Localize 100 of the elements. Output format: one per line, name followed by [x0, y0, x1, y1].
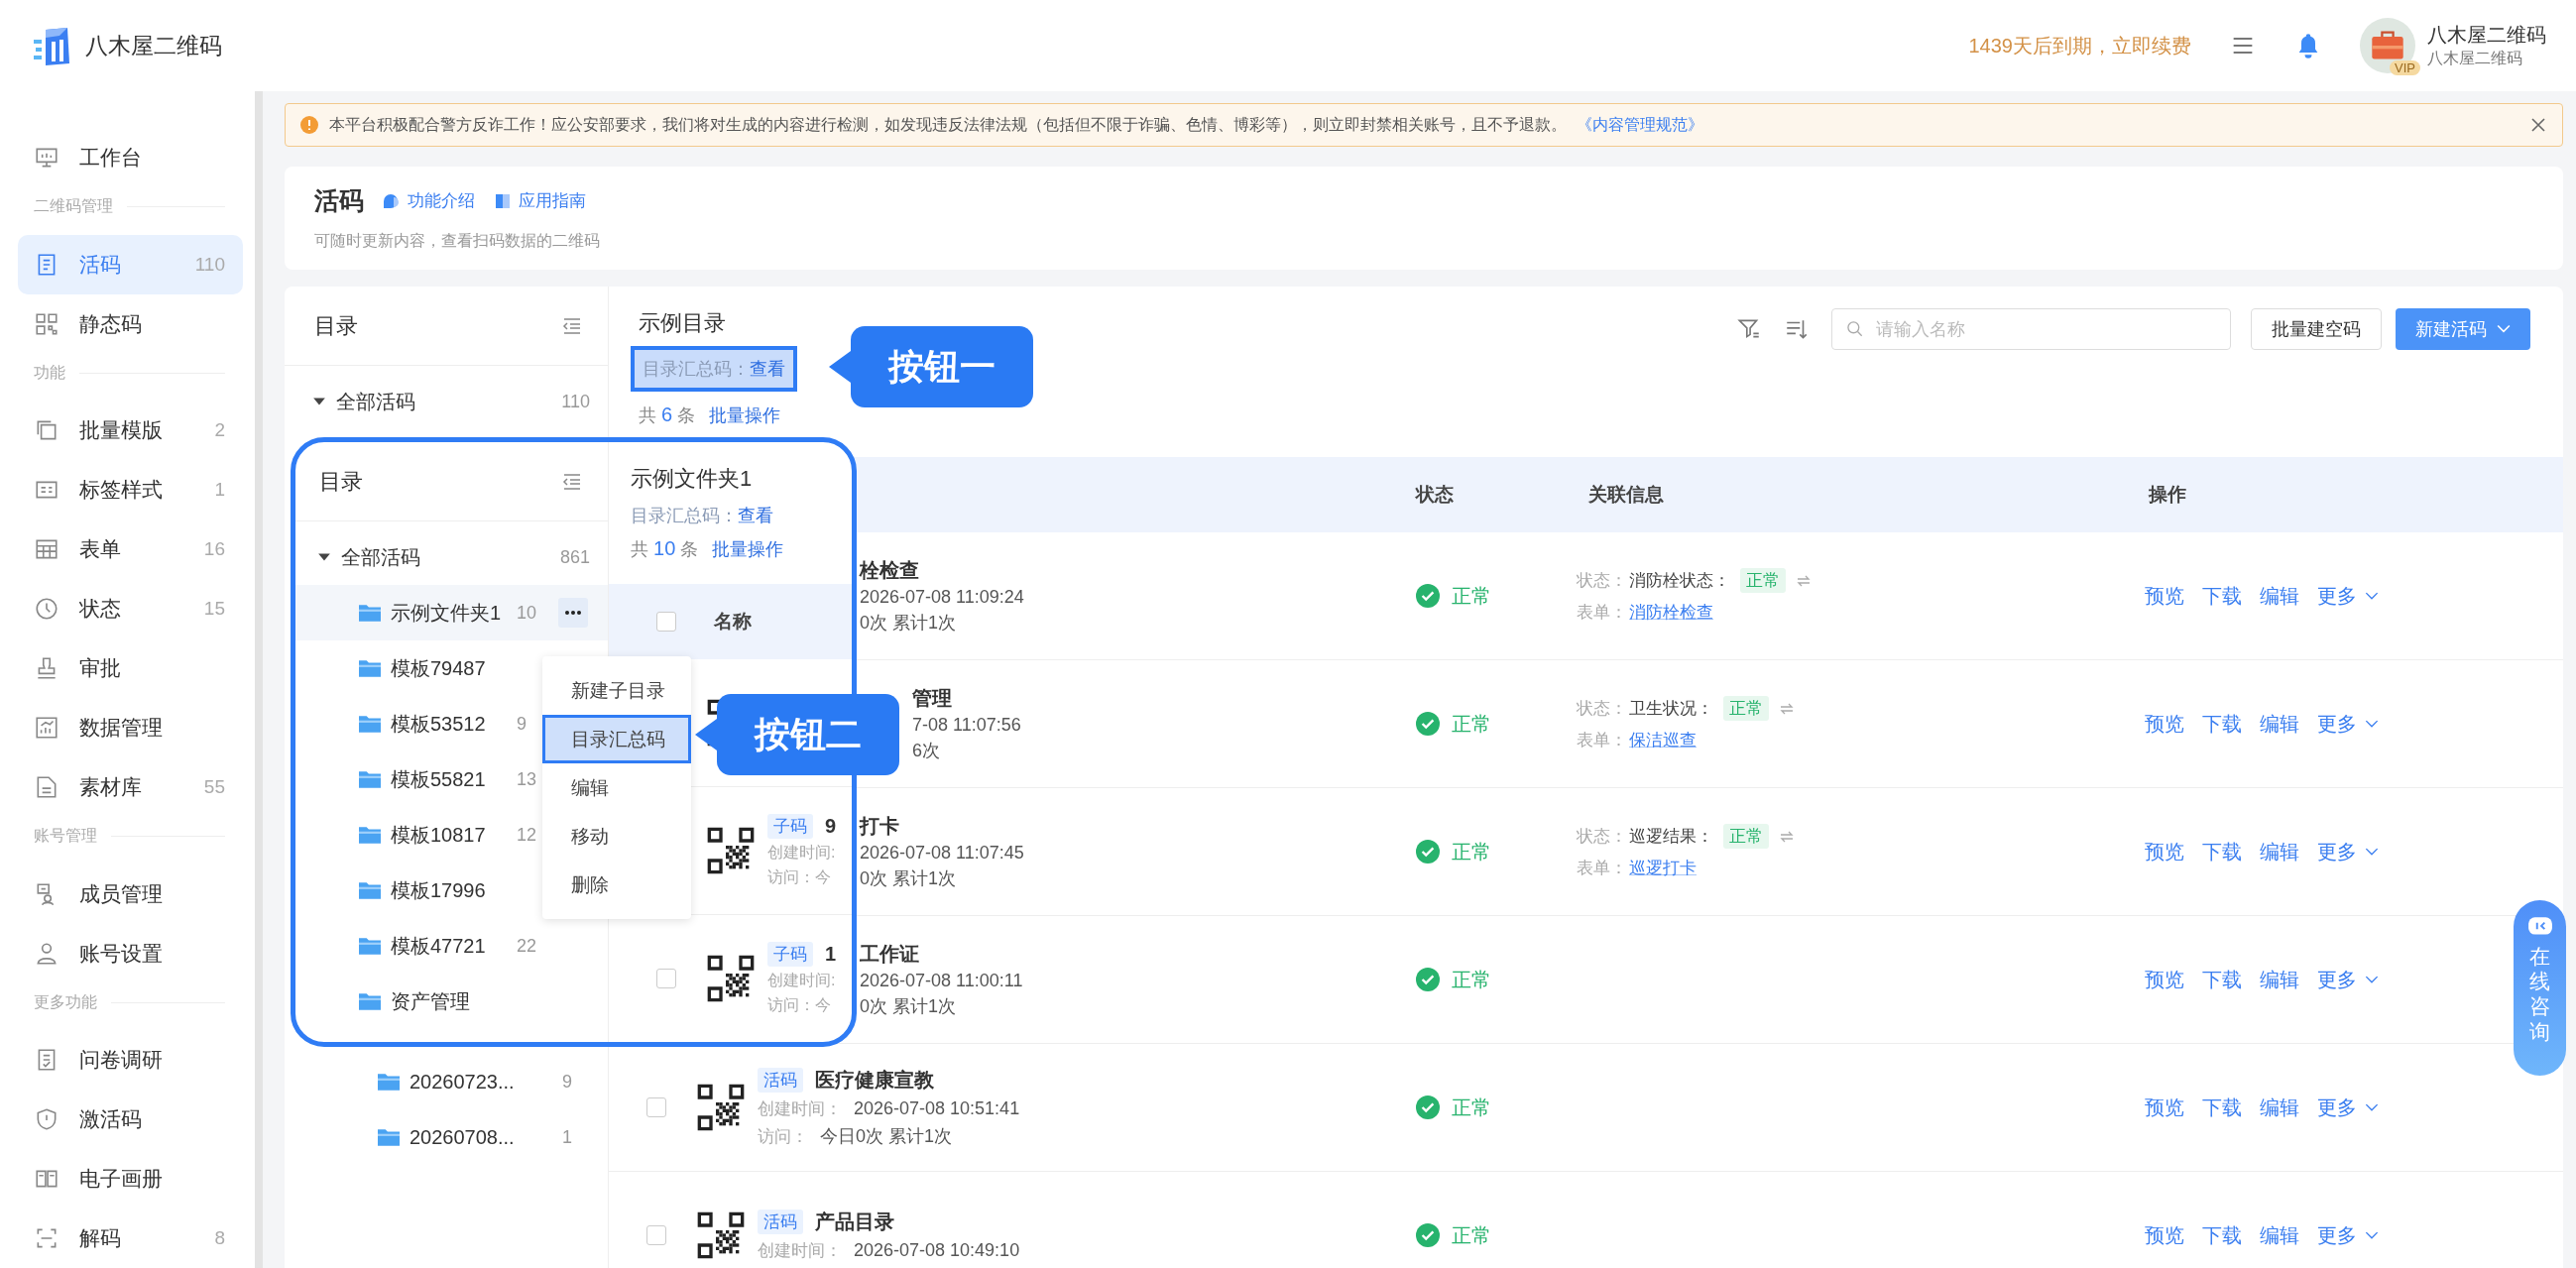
- create-button[interactable]: 新建活码: [2396, 308, 2530, 350]
- more-icon[interactable]: [558, 598, 588, 628]
- view-link[interactable]: 查看: [750, 357, 785, 381]
- status-tag: 正常: [1723, 696, 1769, 721]
- summary-label: 目录汇总码：: [631, 505, 738, 527]
- action-link[interactable]: 编辑: [2260, 966, 2299, 993]
- visits-label: 访问：: [758, 1125, 808, 1148]
- sidebar-item[interactable]: 表单 16: [18, 519, 243, 580]
- batch-link[interactable]: 批量操作: [709, 403, 781, 427]
- sidebar-item[interactable]: 审批: [18, 638, 243, 698]
- menu-item[interactable]: 移动: [542, 812, 691, 861]
- sidebar-item[interactable]: 标签样式 1: [18, 460, 243, 520]
- action-link[interactable]: 下载: [2202, 1221, 2242, 1249]
- form-link[interactable]: 保洁巡查: [1629, 729, 1697, 751]
- visit-count: 今日0次 累计1次: [820, 1125, 953, 1148]
- folder-item[interactable]: 20260723... 9: [285, 1054, 608, 1109]
- tree-item[interactable]: 全部活码 861: [295, 529, 608, 585]
- info-label: 表单：: [1577, 858, 1627, 879]
- status-tag: 正常: [1740, 568, 1786, 593]
- callout-label: 按钮一: [851, 326, 1033, 407]
- action-link[interactable]: 下载: [2202, 966, 2242, 993]
- sidebar-item[interactable]: 激活码: [18, 1090, 243, 1150]
- menu-item[interactable]: 目录汇总码: [542, 715, 691, 763]
- folder-item[interactable]: 资产管理: [295, 974, 608, 1029]
- sidebar-item[interactable]: 解码 8: [18, 1209, 243, 1268]
- action-link[interactable]: 编辑: [2260, 1094, 2299, 1121]
- info-label: 状态：: [1577, 570, 1627, 592]
- row-checkbox[interactable]: [646, 1097, 666, 1117]
- check-circle-icon: [1416, 840, 1440, 864]
- menu-item[interactable]: 编辑: [542, 763, 691, 812]
- view-link[interactable]: 查看: [738, 504, 773, 527]
- more-link[interactable]: 更多: [2317, 710, 2379, 738]
- chat-widget[interactable]: 在线咨询: [2514, 900, 2566, 1076]
- column-header: 关联信息: [1587, 483, 1665, 507]
- item-title: 管理: [912, 686, 953, 711]
- row-checkbox[interactable]: [656, 969, 676, 988]
- folder-item[interactable]: 20260708... 1: [285, 1109, 608, 1165]
- action-link[interactable]: 下载: [2202, 582, 2242, 610]
- form-link[interactable]: 巡逻打卡: [1629, 857, 1697, 879]
- select-all-checkbox[interactable]: [656, 612, 676, 632]
- action-link[interactable]: 预览: [2145, 1221, 2184, 1249]
- panel-title: 目录: [314, 311, 358, 340]
- batch-create-button[interactable]: 批量建空码: [2251, 308, 2382, 350]
- action-link[interactable]: 编辑: [2260, 838, 2299, 865]
- page-title: 活码: [314, 185, 364, 216]
- action-link[interactable]: 下载: [2202, 710, 2242, 738]
- callout-label: 按钮二: [717, 694, 899, 775]
- form-link[interactable]: 消防栓检查: [1629, 601, 1713, 624]
- menu-item[interactable]: 删除: [542, 861, 691, 909]
- more-link[interactable]: 更多: [2317, 582, 2379, 610]
- status-text: 正常: [1452, 711, 1491, 737]
- sidebar-item[interactable]: 活码 110: [18, 234, 243, 294]
- more-link[interactable]: 更多: [2317, 838, 2379, 865]
- vip-badge: VIP: [2390, 60, 2420, 75]
- row-checkbox[interactable]: [646, 1225, 666, 1245]
- type-tag: 活码: [758, 1068, 803, 1093]
- action-link[interactable]: 预览: [2145, 966, 2184, 993]
- action-link[interactable]: 编辑: [2260, 582, 2299, 610]
- sidebar-item[interactable]: 账号设置: [18, 923, 243, 983]
- action-link[interactable]: 下载: [2202, 838, 2242, 865]
- chart-icon: [34, 714, 59, 741]
- search-field[interactable]: 请输入名称: [1831, 308, 2231, 350]
- type-tag: 活码: [758, 1210, 803, 1234]
- sidebar-item[interactable]: 电子画册: [18, 1149, 243, 1210]
- more-link[interactable]: 更多: [2317, 966, 2379, 993]
- sidebar-item[interactable]: 问卷调研: [18, 1030, 243, 1091]
- folder-item[interactable]: 示例文件夹1 10: [295, 585, 608, 640]
- policy-link[interactable]: 《内容管理规范》: [1577, 114, 1703, 136]
- column-header: 操作: [2147, 483, 2187, 507]
- menu-item[interactable]: 新建子目录: [542, 666, 691, 715]
- section-label: 二维码管理: [34, 196, 113, 217]
- briefcase-avatar-icon[interactable]: [2360, 18, 2415, 73]
- sidebar-item[interactable]: 工作台: [18, 128, 243, 187]
- action-link[interactable]: 编辑: [2260, 710, 2299, 738]
- section-label: 账号管理: [34, 826, 97, 847]
- sidebar-item[interactable]: 静态码: [18, 293, 243, 354]
- sidebar-item[interactable]: 状态 15: [18, 579, 243, 639]
- warning-icon: [299, 115, 319, 135]
- status-tag: 正常: [1723, 824, 1769, 849]
- help-link[interactable]: 功能介绍: [382, 189, 475, 212]
- renew-link[interactable]: 1439天后到期，立即续费: [1968, 32, 2191, 59]
- more-link[interactable]: 更多: [2317, 1221, 2379, 1249]
- sidebar-item[interactable]: 批量模版 2: [18, 401, 243, 461]
- search-icon: [1845, 319, 1865, 339]
- visit-count: 0次 累计1次: [860, 867, 958, 890]
- user-name: 八木屋二维码: [2427, 23, 2546, 48]
- action-link[interactable]: 预览: [2145, 1094, 2184, 1121]
- sidebar-item[interactable]: 数据管理: [18, 697, 243, 757]
- action-link[interactable]: 下载: [2202, 1094, 2242, 1121]
- notice-text: 本平台积极配合警方反诈工作！应公安部要求，我们将对生成的内容进行检测，如发现违反法律法规（包括但不限于诈骗、色情、博彩等），则立即封禁相关账号，且不予退款。: [329, 114, 1567, 135]
- action-link[interactable]: 预览: [2145, 710, 2184, 738]
- sidebar-item[interactable]: 素材库 55: [18, 756, 243, 817]
- action-link[interactable]: 预览: [2145, 838, 2184, 865]
- tree-item[interactable]: 全部活码 110: [285, 374, 608, 429]
- sidebar-item[interactable]: 成员管理: [18, 864, 243, 924]
- action-link[interactable]: 编辑: [2260, 1221, 2299, 1249]
- help-link[interactable]: 应用指南: [493, 189, 586, 212]
- more-link[interactable]: 更多: [2317, 1094, 2379, 1121]
- action-link[interactable]: 预览: [2145, 582, 2184, 610]
- batch-link[interactable]: 批量操作: [712, 537, 784, 561]
